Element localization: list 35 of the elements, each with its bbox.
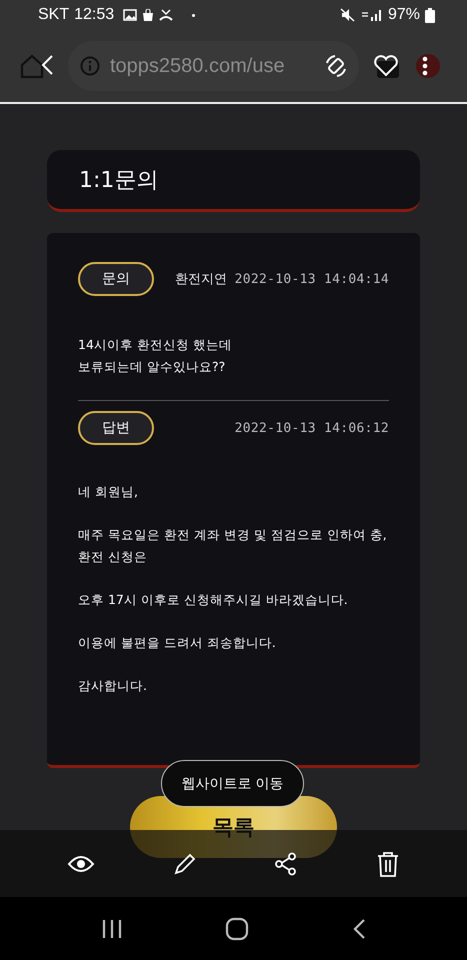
home-button-icon[interactable] [225,916,250,940]
answer-paragraph: 감사합니다. [78,677,148,695]
mute-icon [340,8,356,22]
home-icon[interactable] [20,53,54,79]
answer-paragraph: 오후 17시 이후로 신청해주시길 바라겠습니다. [78,591,349,609]
bag-icon [142,9,154,21]
notification-dot [192,14,196,16]
answer-paragraph: 매주 목요일은 환전 계좌 변경 및 점검으로 인하여 충, 환전 신청은 [78,526,388,566]
answer-datetime: 2022-10-13 14:06:12 [234,420,389,436]
pencil-icon[interactable] [172,852,197,876]
battery-icon [425,8,435,22]
answer-paragraph: 네 회원님, [78,483,139,501]
signal-icon [360,8,383,22]
heart-icon[interactable] [373,53,401,79]
clock: 12:53 [74,6,114,24]
share-icon[interactable] [274,852,298,876]
eye-icon[interactable] [66,854,95,874]
carrier: SKT [38,6,70,24]
page-title: 1:1문의 [79,166,158,194]
battery-percent: 97% [388,6,420,24]
trash-icon[interactable] [376,850,400,876]
rotate-icon[interactable] [323,53,349,79]
answer-paragraph: 이용에 불편을 드려서 죄송합니다. [78,634,277,652]
back-icon[interactable] [352,918,366,940]
question-badge: 문의 [78,262,154,296]
question-text: 14시이후 환전신청 했는데 보류되는데 알수있나요?? [78,336,233,376]
post-subject: 환전지연 [175,271,227,288]
menu-icon[interactable] [415,53,441,79]
info-icon [80,56,100,76]
website-tooltip[interactable]: 웹사이트로 이동 [161,760,304,807]
recent-apps-icon[interactable] [101,918,124,938]
answer-badge: 답변 [78,411,154,445]
post-datetime: 2022-10-13 14:04:14 [234,272,389,286]
image-icon [123,9,138,21]
url-text: topps2580.com/use [110,54,286,78]
